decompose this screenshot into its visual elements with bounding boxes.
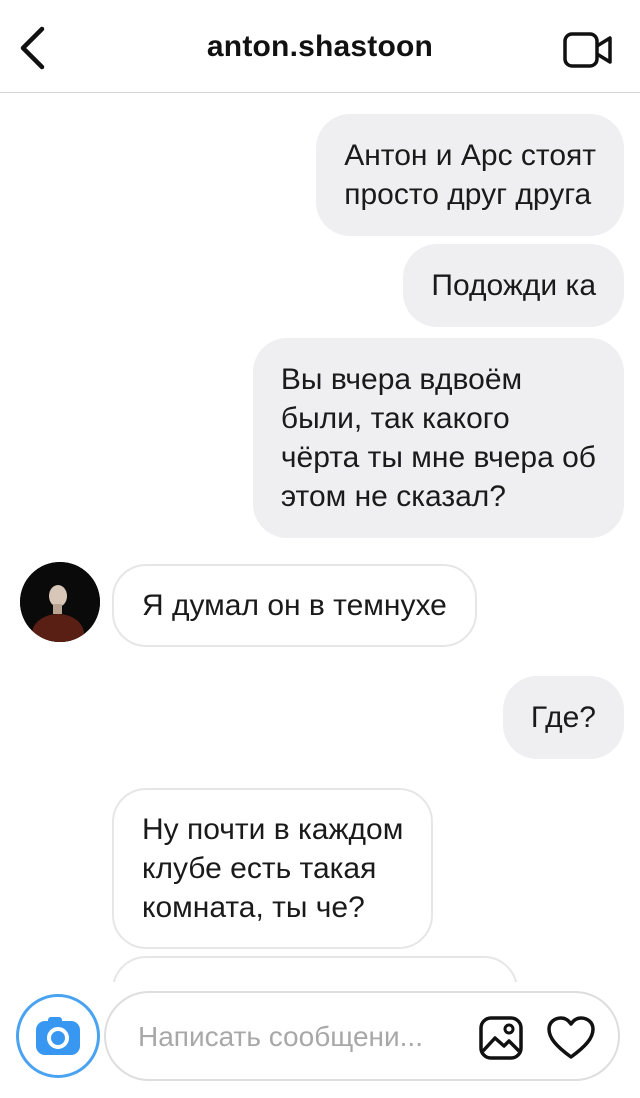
chat-title-username[interactable]: anton.shastoon — [0, 30, 640, 64]
outgoing-message[interactable]: Где? — [502, 676, 624, 759]
camera-icon — [36, 1017, 80, 1055]
incoming-message[interactable]: Ну почти в каждом клубе есть такая комна… — [112, 788, 434, 949]
chat-header: anton.shastoon — [0, 0, 640, 93]
outgoing-message[interactable]: Подожди ка — [403, 244, 624, 327]
video-camera-icon — [563, 32, 612, 68]
message-input[interactable] — [138, 1017, 438, 1057]
heart-icon — [547, 1016, 595, 1059]
message-thread[interactable]: Антон и Арс стоят просто друг друга Подо… — [0, 94, 640, 982]
image-gallery-icon — [479, 1016, 523, 1060]
outgoing-message[interactable]: Антон и Арс стоят просто друг друга — [316, 114, 624, 236]
camera-button[interactable] — [16, 994, 100, 1078]
contact-avatar[interactable] — [20, 562, 100, 642]
avatar-photo — [20, 562, 100, 642]
like-button[interactable] — [546, 1015, 596, 1061]
incoming-message[interactable] — [112, 956, 518, 982]
incoming-message[interactable]: Я думал он в темнухе — [112, 564, 477, 647]
direct-message-screen: anton.shastoon Антон и Арс стоят просто … — [0, 0, 640, 1098]
message-composer — [104, 991, 620, 1081]
outgoing-message[interactable]: Вы вчера вдвоём были, так какого чёрта т… — [252, 338, 624, 538]
video-call-button[interactable] — [560, 28, 616, 72]
gallery-button[interactable] — [478, 1015, 524, 1061]
